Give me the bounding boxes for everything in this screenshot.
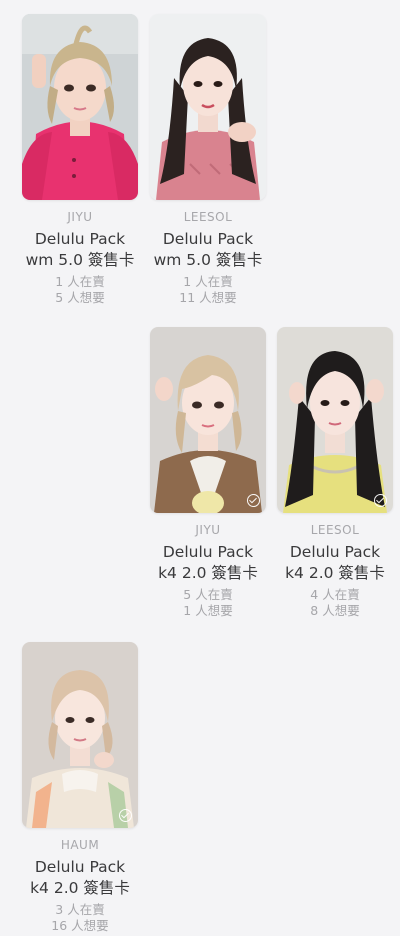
photocard-image[interactable] bbox=[22, 642, 138, 828]
member-name: HAUM bbox=[60, 838, 100, 852]
card-title-line1: Delulu Pack bbox=[289, 543, 381, 561]
member-name: LEESOL bbox=[310, 523, 360, 537]
check-circle-icon bbox=[119, 809, 132, 822]
selling-count: 1 人在賣 bbox=[55, 274, 105, 289]
member-name: JIYU bbox=[195, 523, 221, 537]
card-title-line1: Delulu Pack bbox=[162, 543, 254, 561]
card-title-line2: k4 2.0 簽售卡 bbox=[285, 564, 385, 582]
photocard-item[interactable]: JIYU Delulu Pack wm 5.0 簽售卡 1 人在賣 5 人想要 bbox=[20, 14, 140, 306]
member-name: LEESOL bbox=[183, 210, 233, 224]
wanting-count: 5 人想要 bbox=[55, 290, 105, 305]
card-title-line1: Delulu Pack bbox=[162, 230, 254, 248]
selling-count: 5 人在賣 bbox=[183, 587, 233, 602]
member-name: JIYU bbox=[67, 210, 93, 224]
card-title-line2: k4 2.0 簽售卡 bbox=[158, 564, 258, 582]
selling-count: 1 人在賣 bbox=[183, 274, 233, 289]
wanting-count: 8 人想要 bbox=[310, 603, 360, 618]
check-circle-icon bbox=[374, 494, 387, 507]
photocard-item[interactable]: LEESOL Delulu Pack k4 2.0 簽售卡 4 人在賣 8 人想… bbox=[275, 327, 395, 619]
photocard-image[interactable] bbox=[277, 327, 393, 513]
check-circle-icon bbox=[247, 494, 260, 507]
selling-count: 3 人在賣 bbox=[55, 902, 105, 917]
wanting-count: 11 人想要 bbox=[179, 290, 237, 305]
card-title-line2: wm 5.0 簽售卡 bbox=[25, 251, 135, 269]
wanting-count: 16 人想要 bbox=[51, 918, 109, 933]
photocard-item[interactable]: LEESOL Delulu Pack wm 5.0 簽售卡 1 人在賣 11 人… bbox=[148, 14, 268, 306]
wanting-count: 1 人想要 bbox=[183, 603, 233, 618]
card-title-line1: Delulu Pack bbox=[34, 230, 126, 248]
photocard-image[interactable] bbox=[150, 327, 266, 513]
photocard-item[interactable]: JIYU Delulu Pack k4 2.0 簽售卡 5 人在賣 1 人想要 bbox=[148, 327, 268, 619]
photocard-image[interactable] bbox=[150, 14, 266, 200]
photocard-image[interactable] bbox=[22, 14, 138, 200]
card-title-line1: Delulu Pack bbox=[34, 858, 126, 876]
photocard-item[interactable]: HAUM Delulu Pack k4 2.0 簽售卡 3 人在賣 16 人想要 bbox=[20, 642, 140, 934]
card-title-line2: wm 5.0 簽售卡 bbox=[153, 251, 263, 269]
selling-count: 4 人在賣 bbox=[310, 587, 360, 602]
card-title-line2: k4 2.0 簽售卡 bbox=[30, 879, 130, 897]
